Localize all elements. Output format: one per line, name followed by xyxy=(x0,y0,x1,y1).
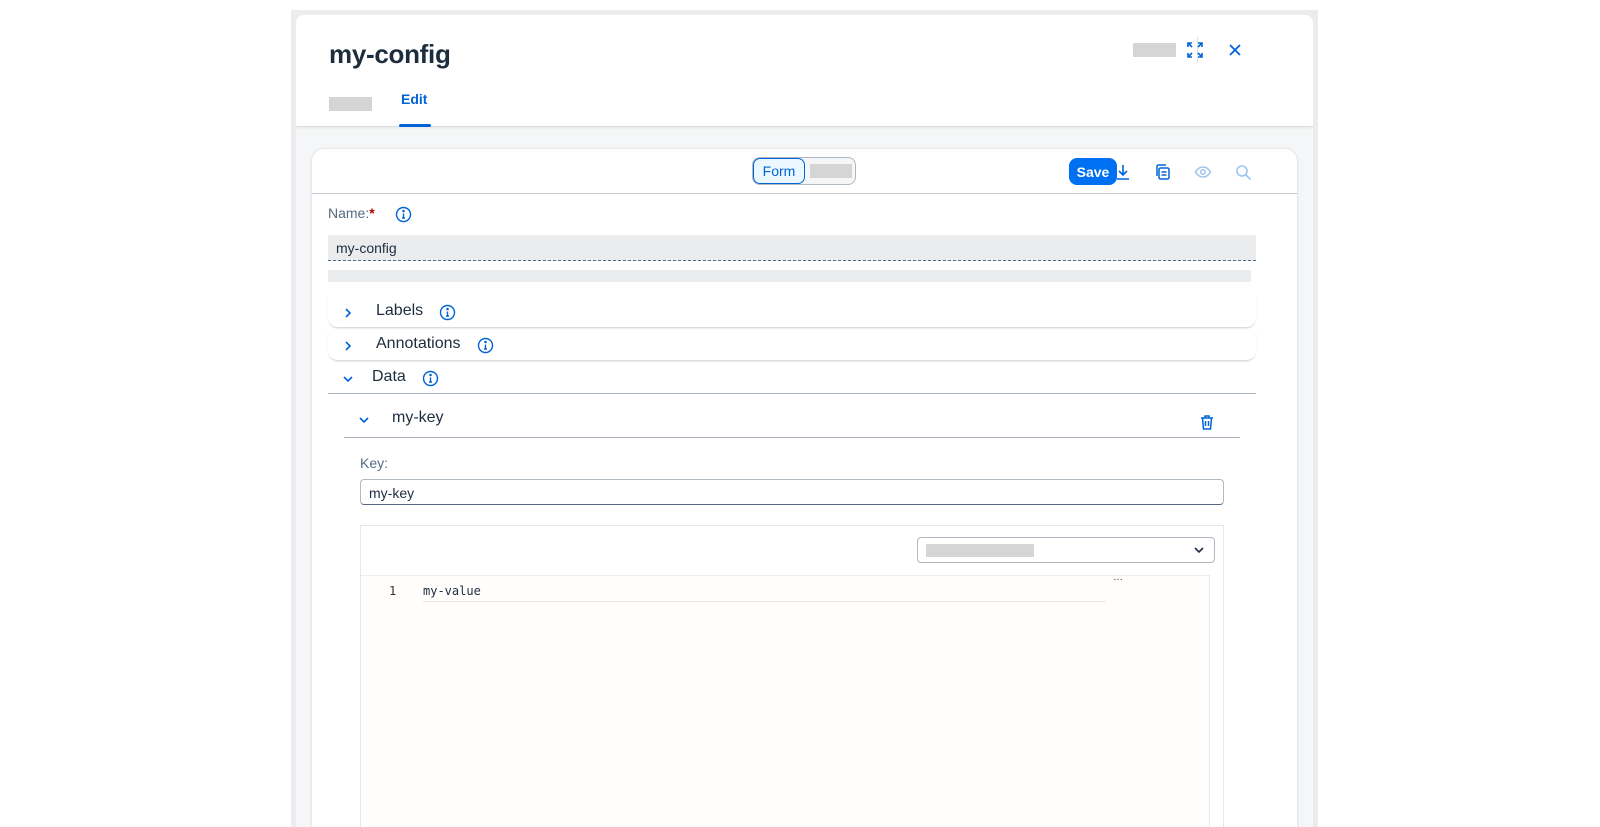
download-icon xyxy=(1117,165,1129,180)
chevron-down-icon xyxy=(359,417,369,424)
mode-switch: Form xyxy=(752,157,856,185)
fullscreen-icon xyxy=(1187,42,1203,58)
tab-active-indicator xyxy=(399,124,431,127)
panel-header: my-config Edit xyxy=(296,15,1313,127)
fullscreen-button[interactable] xyxy=(1183,38,1207,62)
preview-button[interactable] xyxy=(1192,161,1214,183)
code-line[interactable]: my-value xyxy=(423,584,1106,602)
page-title: my-config xyxy=(329,39,451,69)
data-entry-toggle[interactable] xyxy=(356,412,372,428)
name-label-text: Name: xyxy=(328,205,370,221)
line-number: 1 xyxy=(389,584,397,598)
section-annotations-title: Annotations xyxy=(376,335,461,352)
delete-entry-button[interactable] xyxy=(1196,411,1218,433)
data-info-button[interactable] xyxy=(421,369,439,387)
download-button[interactable] xyxy=(1112,161,1134,183)
dialog-backdrop: my-config Edit Form Save Name:* my-confi… xyxy=(291,10,1318,827)
header-action-placeholder[interactable] xyxy=(1133,43,1176,57)
section-labels-toggle[interactable] xyxy=(340,305,356,321)
annotations-info-button[interactable] xyxy=(476,336,494,354)
chevron-down-icon xyxy=(343,376,353,383)
search-button[interactable] xyxy=(1232,161,1254,183)
editor-scrollbar[interactable] xyxy=(1209,575,1223,827)
code-editor[interactable]: 1 my-value … xyxy=(361,572,1209,827)
chevron-down-icon xyxy=(1194,547,1204,554)
section-data-toggle[interactable] xyxy=(340,371,356,387)
chevron-right-icon xyxy=(345,341,352,351)
edit-card: Form Save Name:* my-config Labels Annota… xyxy=(312,149,1297,827)
labels-info-button[interactable] xyxy=(438,303,456,321)
mode-yaml-button[interactable] xyxy=(810,164,852,178)
key-input[interactable]: my-key xyxy=(360,479,1224,505)
side-panel: my-config Edit Form Save Name:* my-confi… xyxy=(296,15,1313,827)
eye-icon xyxy=(1194,166,1212,178)
section-annotations[interactable]: Annotations xyxy=(328,328,1256,361)
chevron-right-icon xyxy=(345,308,352,318)
required-marker: * xyxy=(369,205,375,221)
section-data-title: Data xyxy=(372,368,406,385)
close-icon xyxy=(1229,44,1241,56)
section-labels-title: Labels xyxy=(376,302,424,319)
section-labels[interactable]: Labels xyxy=(328,295,1256,328)
copy-button[interactable] xyxy=(1152,161,1174,183)
copy-icon xyxy=(1156,164,1170,180)
name-info-button[interactable] xyxy=(394,205,412,223)
name-input[interactable]: my-config xyxy=(328,235,1256,261)
data-entry-header[interactable]: my-key xyxy=(344,398,1240,438)
editor-toolbar: Form Save xyxy=(312,149,1297,194)
value-editor: 1 my-value … xyxy=(360,525,1224,827)
name-label: Name:* xyxy=(328,205,375,221)
save-button[interactable]: Save xyxy=(1069,158,1117,185)
name-helper-bar xyxy=(328,270,1251,282)
info-icon xyxy=(439,304,455,320)
tab-view[interactable] xyxy=(329,97,372,111)
section-data[interactable]: Data xyxy=(328,361,1256,394)
key-label: Key: xyxy=(360,455,389,471)
tab-edit[interactable]: Edit xyxy=(401,91,427,107)
info-icon xyxy=(395,206,411,222)
select-value-placeholder xyxy=(926,544,1034,557)
info-icon xyxy=(422,370,438,386)
close-button[interactable] xyxy=(1223,38,1247,62)
code-overflow-ellipsis: … xyxy=(1113,572,1123,583)
editor-options-bar xyxy=(361,526,1223,575)
info-icon xyxy=(477,337,493,353)
editor-language-select[interactable] xyxy=(917,537,1215,563)
data-entry-title: my-key xyxy=(392,409,444,426)
search-icon xyxy=(1235,164,1251,180)
section-annotations-toggle[interactable] xyxy=(340,338,356,354)
trash-icon xyxy=(1201,414,1213,430)
mode-form-button[interactable]: Form xyxy=(753,158,805,184)
